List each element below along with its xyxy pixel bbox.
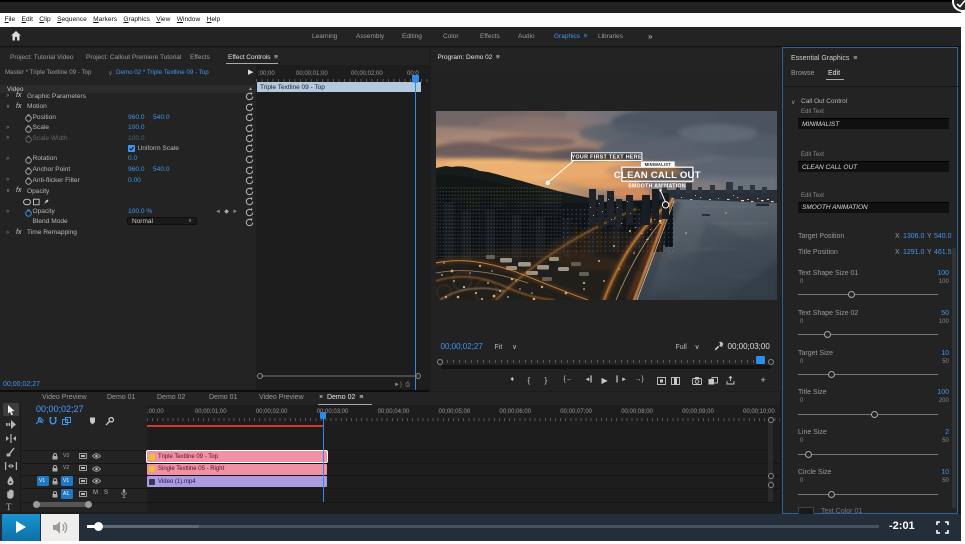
- svg-text:CLEAN CALL OUT: CLEAN CALL OUT: [614, 170, 701, 181]
- svg-text:YOUR FIRST TEXT HERE: YOUR FIRST TEXT HERE: [571, 155, 641, 161]
- svg-text:SMOOTH ANIMATION: SMOOTH ANIMATION: [628, 184, 686, 190]
- svg-text:MINIMALIST: MINIMALIST: [645, 162, 672, 167]
